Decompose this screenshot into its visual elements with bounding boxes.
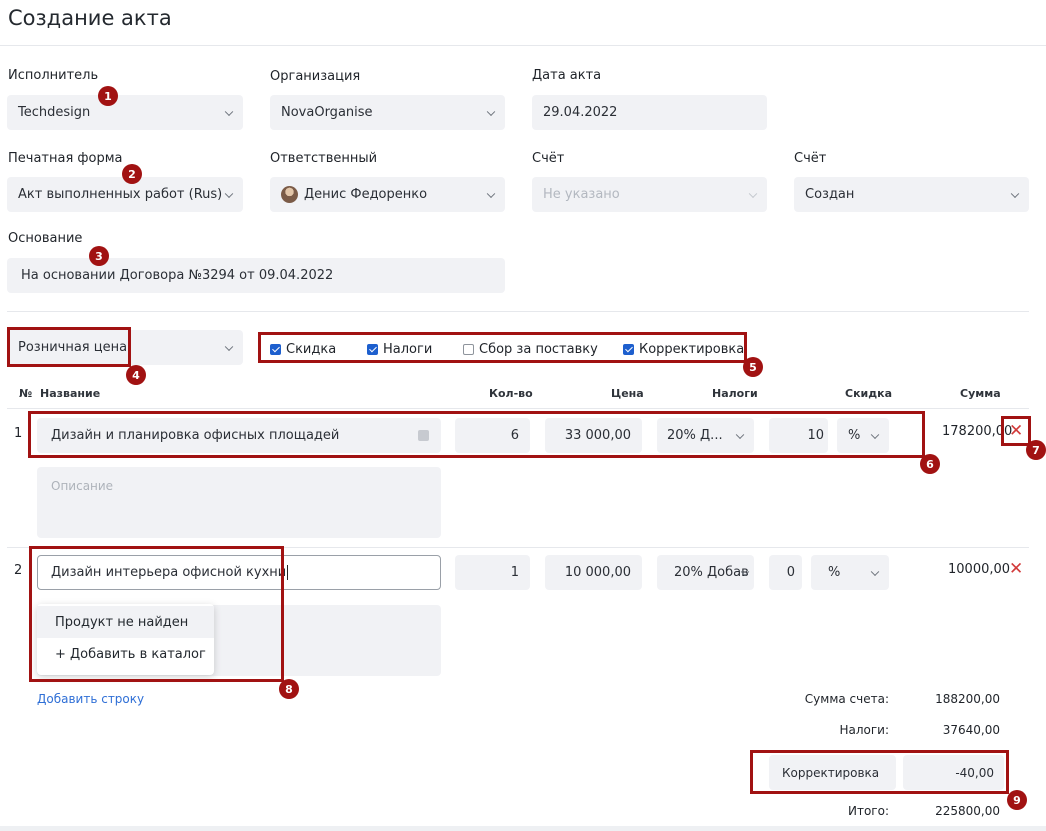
discount-unit-value: %: [828, 565, 841, 580]
discount-input[interactable]: 0: [769, 555, 802, 590]
executor-select[interactable]: Techdesign: [7, 95, 243, 130]
print-form-label: Печатная форма: [8, 151, 123, 166]
responsible-select[interactable]: Денис Федоренко: [270, 177, 505, 212]
description-placeholder: Описание: [51, 479, 114, 493]
chevron-down-icon: [1010, 189, 1020, 198]
col-header-sum: Сумма: [960, 387, 1001, 400]
text-cursor: [287, 565, 289, 580]
annotation-badge: 4: [126, 365, 146, 385]
col-header-tax: Налоги: [712, 387, 758, 400]
price-input[interactable]: 10 000,00: [545, 555, 642, 590]
tax-select[interactable]: 20% Добав: [657, 555, 754, 590]
add-row-link[interactable]: Добавить строку: [37, 692, 144, 706]
organization-label: Организация: [270, 69, 361, 84]
taxes-value: 37640,00: [942, 723, 1000, 737]
header-divider: [0, 45, 1046, 46]
chevron-down-icon: [224, 107, 234, 116]
responsible-value: Денис Федоренко: [304, 187, 428, 202]
chevron-down-icon: [870, 567, 880, 576]
annotation-box-8: [29, 546, 284, 682]
chevron-down-icon: [748, 189, 758, 198]
basis-input[interactable]: На основании Договора №3294 от 09.04.202…: [7, 258, 505, 293]
annotation-badge: 2: [122, 164, 142, 184]
invoice-value: Не указано: [543, 187, 620, 202]
annotation-box-6: [28, 411, 925, 458]
taxes-label: Налоги:: [839, 723, 889, 737]
annotation-badge: 1: [98, 86, 118, 106]
print-form-select[interactable]: Акт выполненных работ (Rus): [7, 177, 243, 212]
basis-label: Основание: [8, 231, 83, 246]
col-header-name: Название: [40, 387, 101, 400]
col-header-price: Цена: [611, 387, 644, 400]
qty-input[interactable]: 1: [455, 555, 530, 590]
section-divider: [7, 311, 1029, 312]
chevron-down-icon: [486, 189, 496, 198]
act-date-label: Дата акта: [532, 68, 602, 83]
annotation-box-7: [1001, 416, 1031, 446]
status-label: Счёт: [794, 151, 827, 166]
responsible-label: Ответственный: [270, 151, 378, 166]
delete-row-icon[interactable]: ✕: [1009, 561, 1023, 578]
basis-value: На основании Договора №3294 от 09.04.202…: [21, 268, 334, 283]
annotation-badge: 8: [279, 679, 299, 699]
col-header-qty: Кол-во: [489, 387, 533, 400]
col-header-discount: Скидка: [845, 387, 893, 400]
chevron-down-icon: [224, 189, 234, 198]
avatar: [281, 186, 298, 203]
chevron-down-icon: [486, 107, 496, 116]
bottom-bar: [0, 826, 1046, 831]
invoice-sum-value: 188200,00: [935, 692, 1000, 706]
executor-value: Techdesign: [18, 105, 91, 120]
organization-value: NovaOrganise: [281, 105, 373, 120]
annotation-badge: 7: [1026, 440, 1046, 460]
annotation-badge: 6: [920, 454, 940, 474]
discount-unit-select[interactable]: %: [811, 555, 889, 590]
print-form-value: Акт выполненных работ (Rus): [18, 187, 223, 202]
status-value: Создан: [805, 187, 855, 202]
invoice-label: Счёт: [532, 151, 565, 166]
invoice-sum-label: Сумма счета:: [804, 692, 889, 706]
executor-label: Исполнитель: [8, 68, 99, 83]
price-value: 10 000,00: [564, 565, 631, 580]
organization-select[interactable]: NovaOrganise: [270, 95, 505, 130]
annotation-box-4: [7, 327, 131, 367]
qty-value: 1: [510, 565, 519, 580]
chevron-down-icon: [224, 342, 234, 351]
invoice-select: Не указано: [532, 177, 767, 212]
tax-value: 20% Добав: [674, 565, 749, 580]
status-select[interactable]: Создан: [794, 177, 1029, 212]
annotation-box-9: [750, 750, 1009, 794]
annotation-badge: 9: [1007, 790, 1027, 810]
row-sum: 10000,00: [948, 562, 1011, 577]
description-textarea[interactable]: Описание: [37, 467, 441, 538]
act-date-value: 29.04.2022: [543, 105, 618, 120]
row-number: 2: [14, 563, 23, 578]
total-label: Итого:: [848, 804, 889, 818]
annotation-badge: 3: [89, 246, 109, 266]
annotation-badge: 5: [743, 357, 763, 377]
act-date-input[interactable]: 29.04.2022: [532, 95, 767, 130]
total-value: 225800,00: [935, 804, 1000, 818]
col-header-num: №: [19, 387, 33, 400]
page-title: Создание акта: [8, 6, 172, 30]
discount-value: 0: [786, 565, 795, 580]
table-header-divider: [7, 408, 1029, 409]
annotation-box-5: [258, 332, 747, 363]
row-number: 1: [14, 426, 23, 441]
